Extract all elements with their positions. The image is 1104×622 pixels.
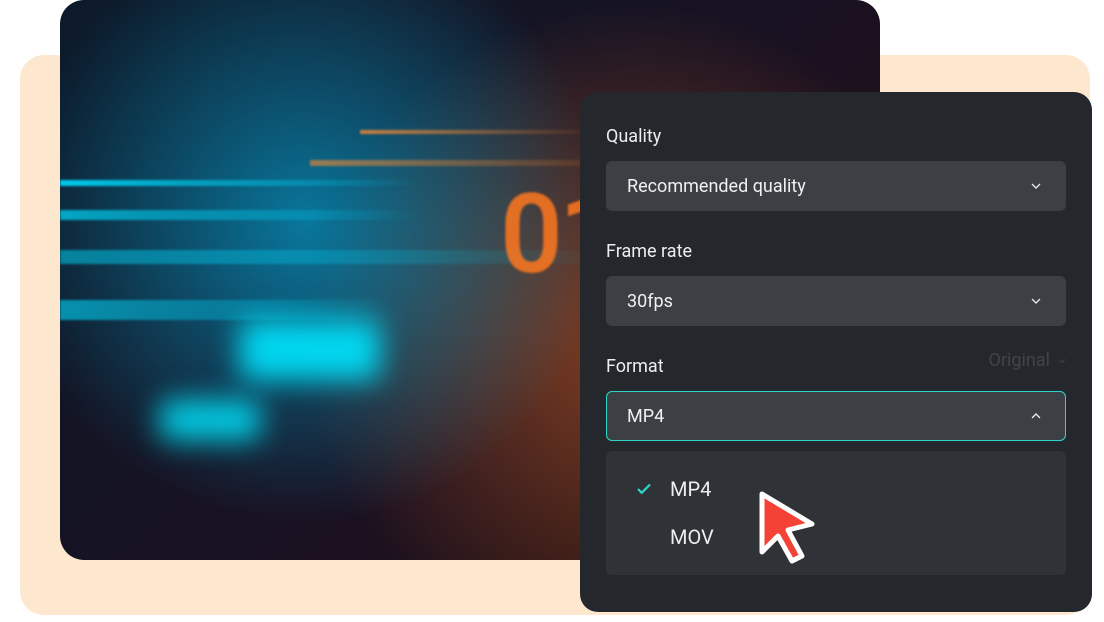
format-option-mov[interactable]: MOV [606,513,1066,561]
format-select[interactable]: MP4 [606,391,1066,441]
quality-label: Quality [606,126,1066,147]
format-option-mp4[interactable]: MP4 [606,465,1066,513]
format-value: MP4 [627,406,664,427]
option-label: MP4 [670,477,711,501]
chevron-down-icon [1027,177,1045,195]
format-dropdown: MP4 MOV [606,451,1066,575]
check-icon [634,527,654,547]
option-label: MOV [670,525,714,549]
format-label: Format [606,356,1066,377]
framerate-select[interactable]: 30fps [606,276,1066,326]
chevron-down-icon [1027,292,1045,310]
framerate-value: 30fps [627,291,673,312]
framerate-label: Frame rate [606,241,1066,262]
preview-glow [240,320,380,380]
quality-value: Recommended quality [627,176,806,197]
chevron-up-icon [1027,407,1045,425]
quality-select[interactable]: Recommended quality [606,161,1066,211]
check-icon [634,479,654,499]
preview-glow [160,400,260,440]
export-settings-panel: Quality Recommended quality Frame rate 3… [580,92,1092,612]
